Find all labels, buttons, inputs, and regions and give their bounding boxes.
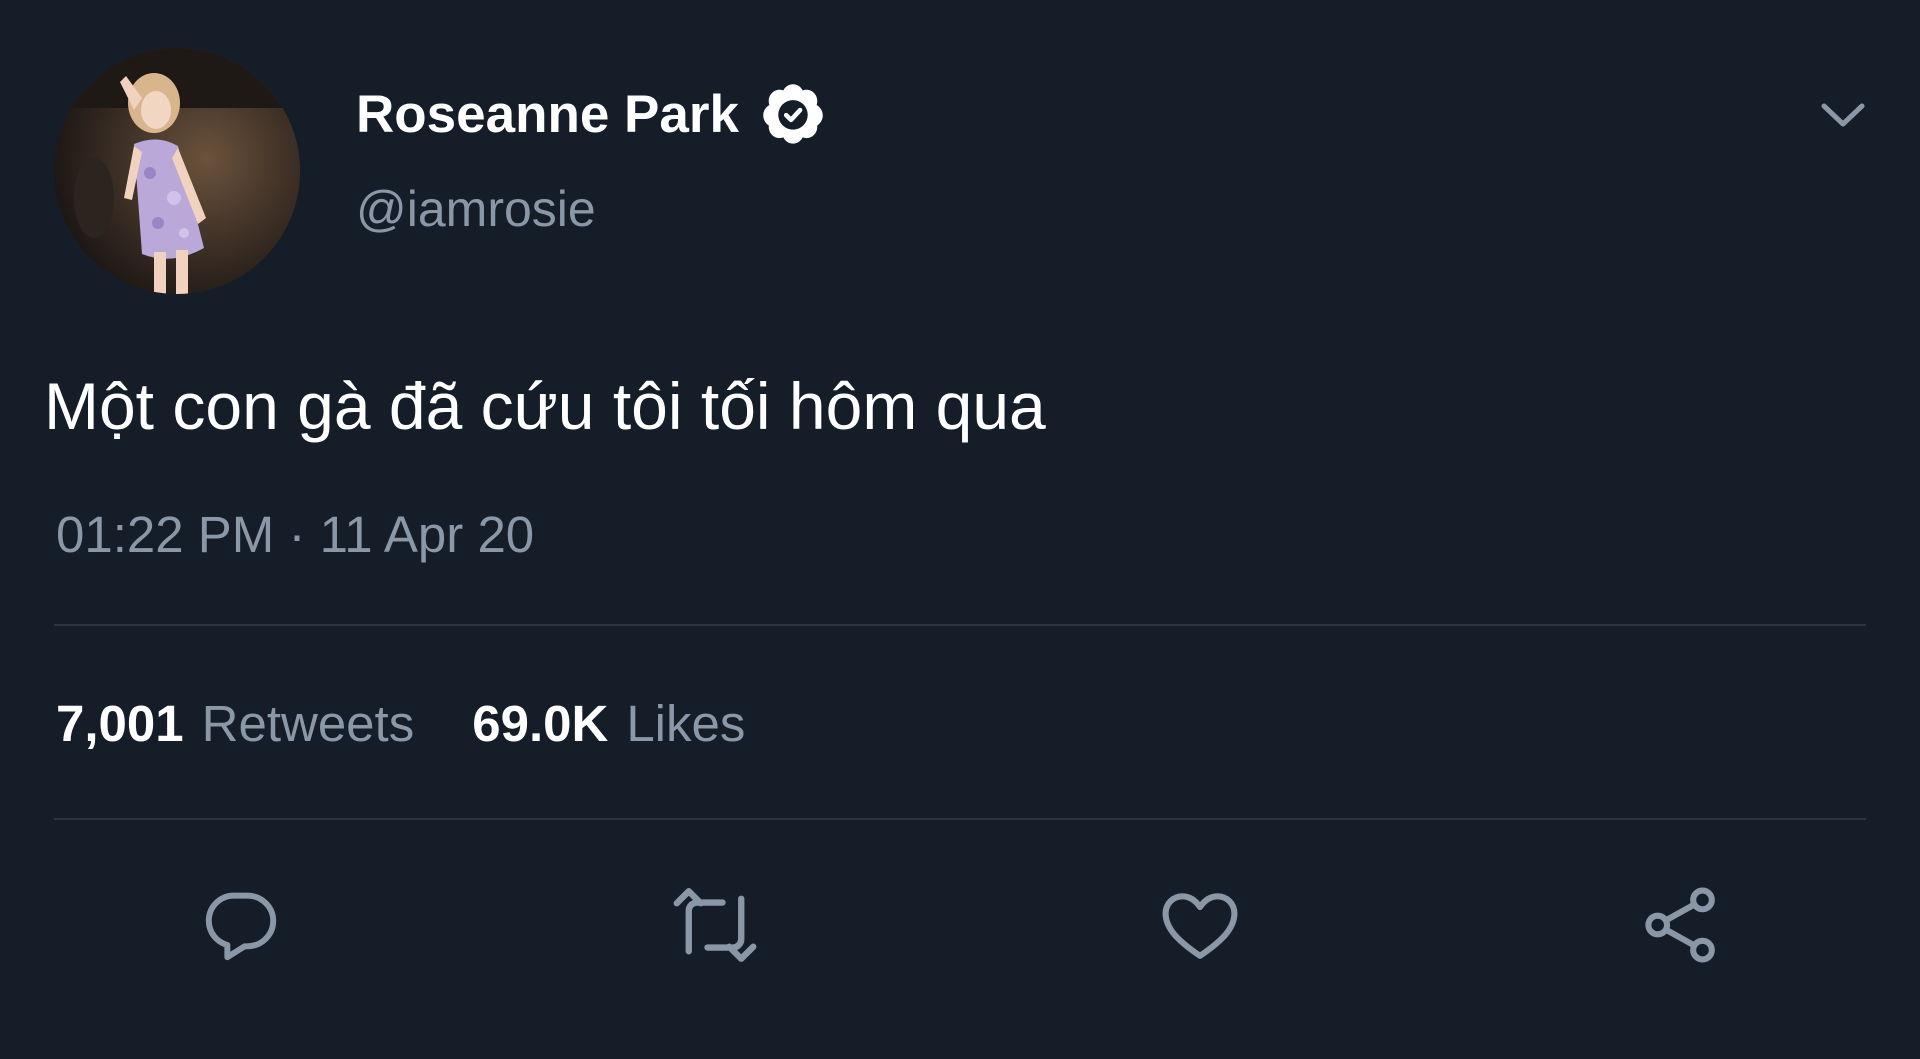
likes-label: Likes	[626, 695, 746, 752]
like-button[interactable]	[1155, 880, 1245, 970]
tweet-stats: 7,001 Retweets 69.0K Likes	[56, 694, 745, 753]
retweets-count: 7,001	[56, 695, 184, 752]
likes-stat[interactable]: 69.0K Likes	[472, 694, 745, 753]
user-handle[interactable]: @iamrosie	[356, 180, 596, 238]
avatar-photo	[54, 48, 300, 294]
share-icon	[1645, 887, 1715, 963]
display-name[interactable]: Roseanne Park	[356, 84, 739, 145]
tweet-text: Một con gà đã cứu tôi tối hôm qua	[44, 369, 1046, 443]
heart-icon	[1162, 893, 1238, 959]
display-name-row[interactable]: Roseanne Park	[356, 80, 827, 148]
divider	[54, 624, 1866, 626]
verified-badge-icon	[759, 80, 827, 148]
retweet-button[interactable]	[670, 880, 760, 970]
share-button[interactable]	[1636, 880, 1726, 970]
chevron-down-icon	[1821, 103, 1865, 127]
tweet-timestamp[interactable]: 01:22 PM · 11 Apr 20	[56, 505, 534, 564]
retweets-label: Retweets	[201, 695, 415, 752]
tweet-detail: Roseanne Park @iamrosie Một con gà đã cứ…	[0, 0, 1920, 1059]
divider	[54, 818, 1866, 820]
avatar[interactable]	[54, 48, 300, 294]
reply-button[interactable]	[196, 880, 286, 970]
retweets-stat[interactable]: 7,001 Retweets	[56, 694, 414, 753]
reply-icon	[205, 892, 277, 961]
more-options-button[interactable]	[1818, 98, 1868, 132]
retweet-icon	[673, 888, 757, 962]
likes-count: 69.0K	[472, 695, 609, 752]
